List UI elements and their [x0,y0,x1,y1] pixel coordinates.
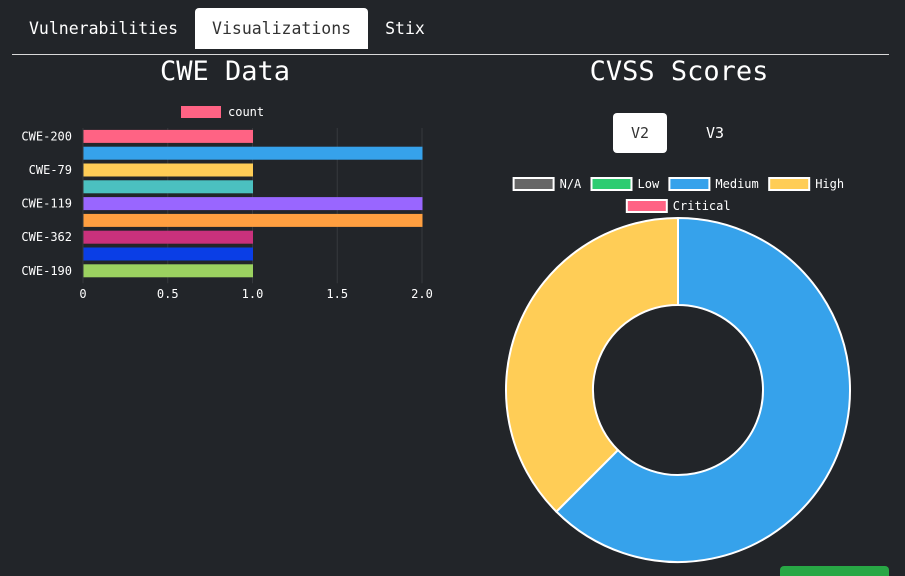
cvss-legend-label[interactable]: Medium [715,177,758,191]
cvss-legend-label[interactable]: N/A [560,177,582,191]
cvss-v2-button[interactable]: V2 [613,113,667,153]
cwe-bar[interactable] [83,163,253,177]
cwe-x-tick-label: 1.5 [326,287,348,301]
cvss-legend-swatch[interactable] [590,177,633,191]
cvss-slice[interactable] [505,216,679,514]
cwe-bar[interactable] [83,146,423,160]
tab-stix[interactable]: Stix [368,8,442,49]
cwe-bar[interactable] [83,197,423,211]
cwe-bar-chart: count 0 0.5 1.0 1.5 2.0 CWE-200 CWE-79 CWE-119 CW… [21,105,433,301]
cvss-legend-swatch[interactable] [512,177,555,191]
cvss-v3-button[interactable]: V3 [688,113,742,153]
cwe-bar[interactable] [83,180,253,194]
cwe-category-label: CWE-190 [21,264,72,278]
cwe-x-tick-label: 1.0 [242,287,264,301]
cwe-category-label: CWE-200 [21,129,72,143]
cvss-doughnut-chart: N/A Low Medium High Critical [505,177,851,563]
cvss-legend-label[interactable]: Critical [673,199,731,213]
cwe-legend-swatch[interactable] [181,106,221,118]
cwe-category-label: CWE-79 [29,163,72,177]
tab-visualizations[interactable]: Visualizations [195,8,369,49]
cvss-legend-label[interactable]: High [815,177,844,191]
cwe-chart-title: CWE Data [159,56,291,87]
cwe-bar[interactable] [83,264,253,278]
cwe-x-tick-label: 0 [79,287,86,301]
cwe-bar[interactable] [83,213,423,227]
cwe-category-label: CWE-119 [21,197,72,211]
cwe-category-label: CWE-362 [21,230,72,244]
cwe-bar[interactable] [83,247,253,261]
cvss-legend-label[interactable]: Low [638,177,660,191]
tab-vulnerabilities[interactable]: Vulnerabilities [12,8,195,49]
cwe-x-tick-label: 0.5 [157,287,179,301]
cwe-x-tick-label: 2.0 [411,287,433,301]
cvss-legend-swatch[interactable] [625,199,668,213]
tab-bar: Vulnerabilities Visualizations Stix [12,8,889,55]
cvss-legend-swatch[interactable] [768,177,811,191]
cwe-bar[interactable] [83,129,253,143]
cvss-legend-swatch[interactable] [668,177,711,191]
action-button[interactable] [780,566,889,576]
cwe-legend-label[interactable]: count [228,105,264,119]
cvss-chart-title: CVSS Scores [589,56,769,87]
cwe-bar[interactable] [83,230,253,244]
